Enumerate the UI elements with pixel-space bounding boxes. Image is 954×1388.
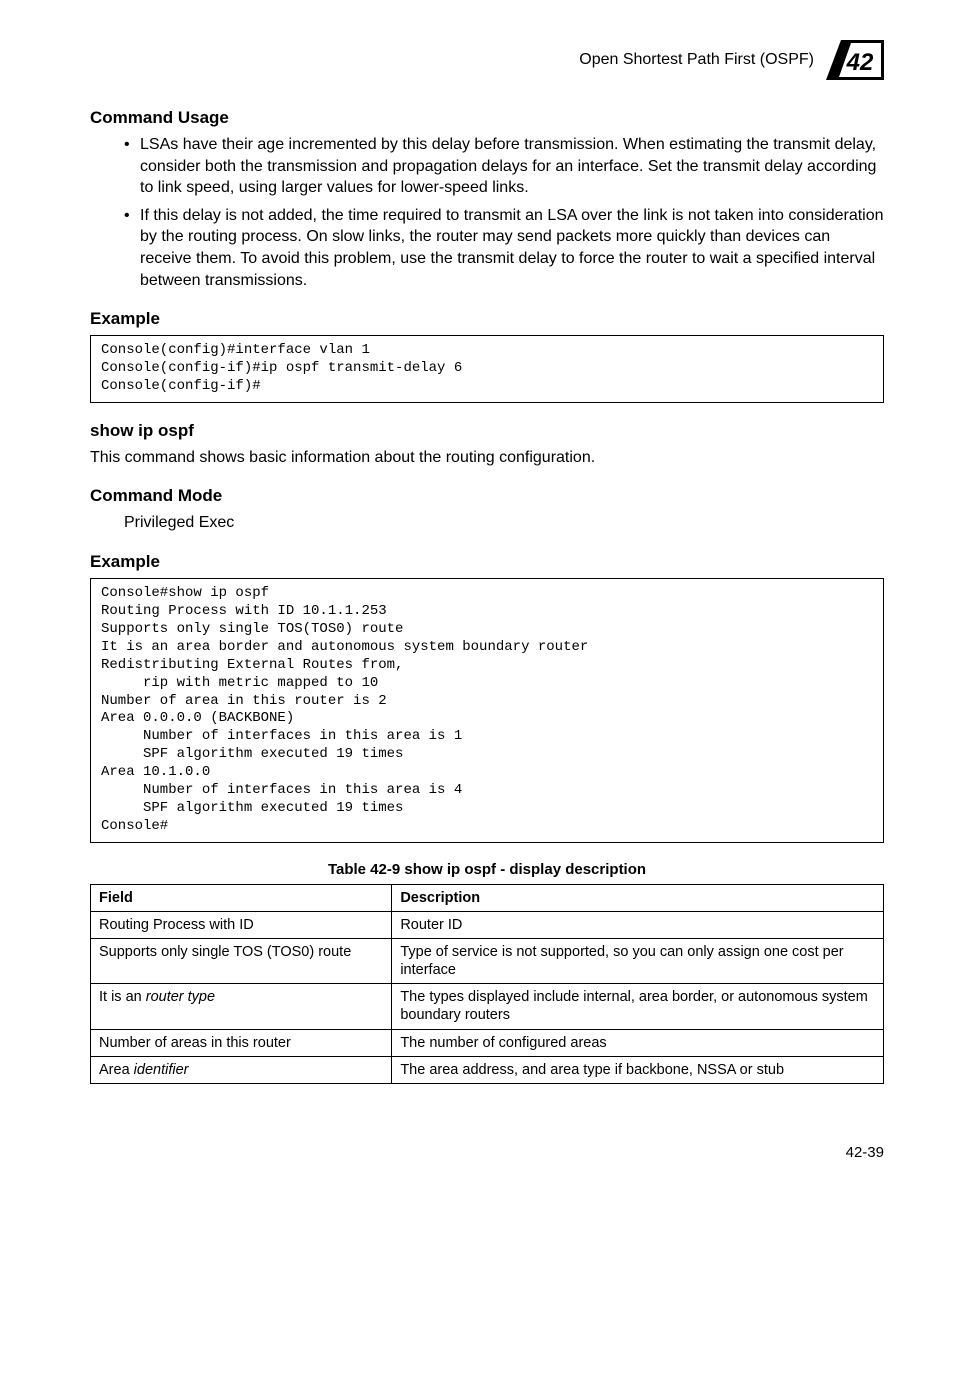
code-block: Console(config)#interface vlan 1 Console… bbox=[90, 335, 884, 403]
table-header-row: Field Description bbox=[91, 884, 884, 911]
breadcrumb: Open Shortest Path First (OSPF) bbox=[579, 51, 814, 69]
table-cell-desc: Type of service is not supported, so you… bbox=[392, 939, 884, 984]
page-header: Open Shortest Path First (OSPF) 42 bbox=[90, 40, 884, 80]
command-mode-heading: Command Mode bbox=[90, 486, 884, 506]
list-item: If this delay is not added, the time req… bbox=[124, 205, 884, 291]
table-cell-desc: The number of configured areas bbox=[392, 1029, 884, 1056]
command-name-heading: show ip ospf bbox=[90, 421, 884, 441]
table-row: Supports only single TOS (TOS0) route Ty… bbox=[91, 939, 884, 984]
table-cell-field: It is an router type bbox=[91, 984, 392, 1029]
table-header-field: Field bbox=[91, 884, 392, 911]
page-number: 42-39 bbox=[90, 1144, 884, 1161]
command-usage-heading: Command Usage bbox=[90, 108, 884, 128]
table-row: It is an router type The types displayed… bbox=[91, 984, 884, 1029]
table-cell-desc: The area address, and area type if backb… bbox=[392, 1056, 884, 1083]
table-row: Number of areas in this router The numbe… bbox=[91, 1029, 884, 1056]
table-cell-field: Area identifier bbox=[91, 1056, 392, 1083]
table-header-description: Description bbox=[392, 884, 884, 911]
table-row: Routing Process with ID Router ID bbox=[91, 911, 884, 938]
chapter-badge-icon: 42 bbox=[826, 40, 884, 80]
list-item: LSAs have their age incremented by this … bbox=[124, 134, 884, 199]
table-row: Area identifier The area address, and ar… bbox=[91, 1056, 884, 1083]
command-mode-value: Privileged Exec bbox=[90, 512, 884, 534]
display-description-table: Field Description Routing Process with I… bbox=[90, 884, 884, 1084]
command-usage-list: LSAs have their age incremented by this … bbox=[90, 134, 884, 291]
table-cell-field: Supports only single TOS (TOS0) route bbox=[91, 939, 392, 984]
table-cell-field: Routing Process with ID bbox=[91, 911, 392, 938]
command-description: This command shows basic information abo… bbox=[90, 447, 884, 469]
table-cell-desc: Router ID bbox=[392, 911, 884, 938]
table-cell-desc: The types displayed include internal, ar… bbox=[392, 984, 884, 1029]
example-heading: Example bbox=[90, 309, 884, 329]
table-cell-field: Number of areas in this router bbox=[91, 1029, 392, 1056]
code-block: Console#show ip ospf Routing Process wit… bbox=[90, 578, 884, 843]
table-caption: Table 42-9 show ip ospf - display descri… bbox=[90, 861, 884, 878]
example-heading: Example bbox=[90, 552, 884, 572]
svg-text:42: 42 bbox=[846, 49, 874, 76]
